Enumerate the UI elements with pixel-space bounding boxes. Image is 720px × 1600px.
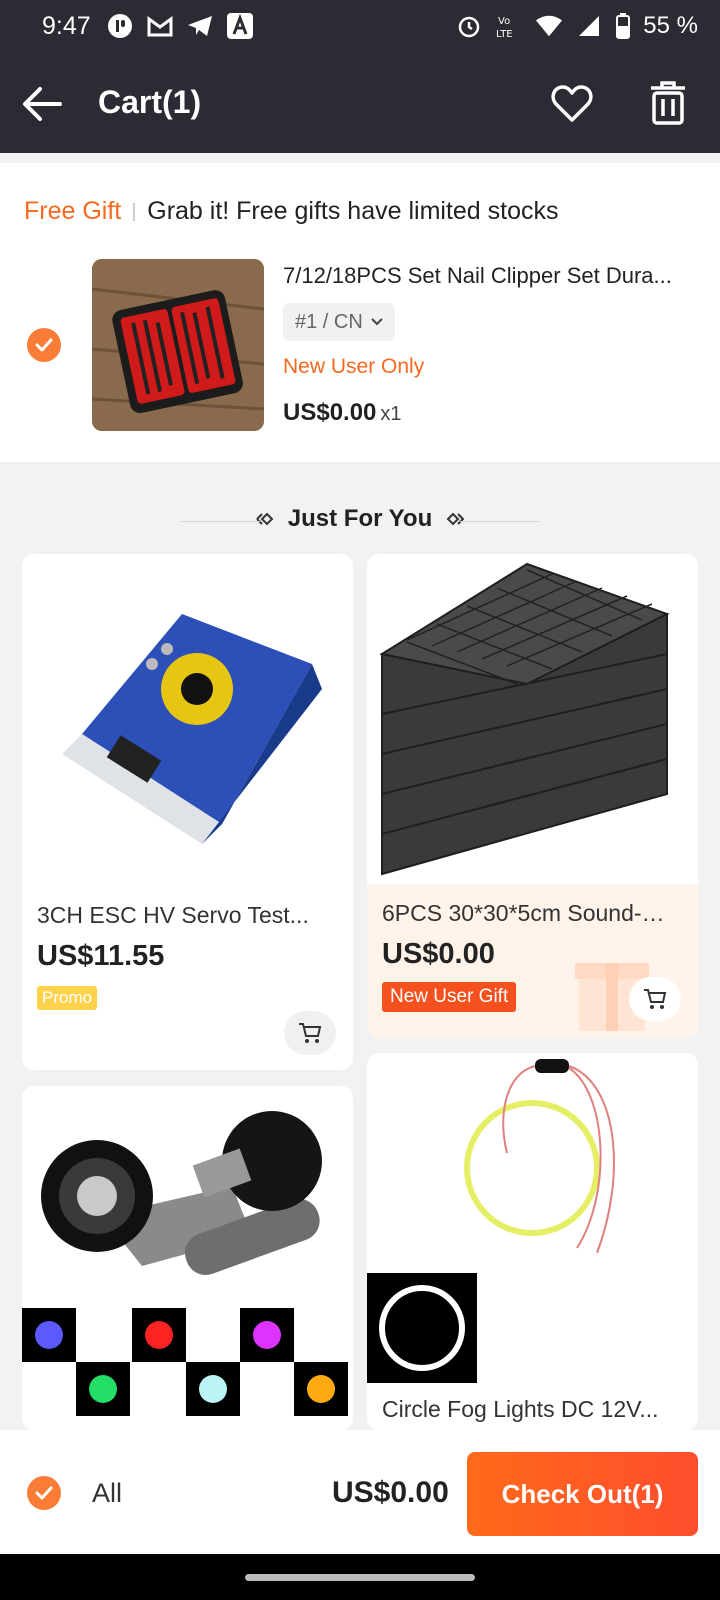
product-price: US$11.55 — [37, 940, 165, 972]
chevron-down-icon — [371, 318, 383, 326]
free-gift-section: Free Gift Grab it! Free gifts have limit… — [0, 163, 720, 462]
product-image[interactable] — [22, 1086, 353, 1416]
app-header: Cart(1) — [0, 54, 720, 153]
app-notification-icon — [106, 12, 134, 40]
gift-price-value: US$0.00 — [283, 399, 377, 426]
wifi-icon — [535, 12, 563, 40]
gift-note: Grab it! Free gifts have limited stocks — [147, 197, 559, 225]
trash-icon — [651, 81, 685, 125]
back-button[interactable] — [20, 82, 64, 126]
telegram-icon — [186, 12, 214, 40]
total-price: US$0.00 — [332, 1476, 449, 1509]
add-to-cart-button[interactable] — [284, 1011, 336, 1055]
volte-icon: Vo LTE — [495, 12, 523, 40]
product-image[interactable] — [367, 554, 698, 884]
signal-icon — [575, 12, 603, 40]
battery-icon — [615, 12, 631, 40]
select-all-checkbox[interactable] — [27, 1476, 61, 1510]
status-bar: 9:47 Vo LTE 55 % — [0, 0, 720, 54]
home-indicator[interactable] — [245, 1574, 475, 1581]
product-card[interactable]: Circle Fog Lights DC 12V... — [367, 1053, 698, 1430]
delete-button[interactable] — [648, 80, 692, 126]
product-card[interactable] — [22, 1086, 353, 1430]
new-user-gift-badge: New User Gift — [382, 982, 517, 1012]
add-to-cart-button[interactable] — [629, 977, 681, 1021]
page-title: Cart(1) — [98, 84, 202, 120]
promo-badge: Promo — [37, 986, 98, 1010]
free-gift-tag: Free Gift — [24, 197, 122, 225]
product-card[interactable]: 3CH ESC HV Servo Test... US$11.55 Promo — [22, 554, 353, 1070]
diamond-decor-icon — [256, 512, 274, 526]
gift-select-checkbox[interactable] — [27, 328, 61, 362]
checkmark-icon — [35, 338, 53, 352]
gift-quantity: x1 — [380, 403, 402, 425]
gift-price: US$0.00 x1 — [283, 399, 402, 427]
product-price: US$0.00 — [382, 938, 495, 970]
cart-icon — [299, 1023, 322, 1043]
product-card[interactable]: 6PCS 30*30*5cm Sound-a... US$0.00 New Us… — [367, 554, 698, 1038]
checkmark-icon — [35, 1486, 53, 1500]
checkout-bar: All US$0.00 Check Out(1) — [0, 1430, 720, 1554]
product-title[interactable]: Circle Fog Lights DC 12V... — [382, 1396, 672, 1423]
heart-icon — [551, 85, 593, 122]
product-title[interactable]: 3CH ESC HV Servo Test... — [37, 902, 327, 929]
system-nav-bar — [0, 1554, 720, 1600]
battery-level: 55 % — [643, 12, 698, 39]
svg-text:Vo: Vo — [498, 16, 510, 27]
divider — [460, 521, 540, 522]
gmail-icon — [146, 12, 174, 40]
arrow-left-icon — [23, 87, 62, 121]
select-all-label[interactable]: All — [92, 1478, 122, 1509]
product-image[interactable] — [22, 554, 353, 884]
product-image[interactable] — [367, 1053, 698, 1383]
checkout-button[interactable]: Check Out(1) — [467, 1452, 698, 1536]
divider — [133, 202, 136, 221]
product-title[interactable]: 6PCS 30*30*5cm Sound-a... — [382, 900, 672, 927]
just-for-you-heading: Just For You — [0, 505, 720, 533]
variant-label: #1 / CN — [295, 310, 363, 333]
section-title: Just For You — [287, 505, 433, 532]
gift-product-title[interactable]: 7/12/18PCS Set Nail Clipper Set Dura... — [283, 263, 701, 289]
cart-icon — [644, 989, 667, 1009]
wishlist-button[interactable] — [550, 82, 594, 126]
diamond-decor-icon — [446, 512, 465, 526]
new-user-only-label: New User Only — [283, 355, 425, 378]
divider — [180, 521, 260, 522]
gift-product-image[interactable] — [92, 259, 264, 431]
alarm-icon — [455, 12, 483, 40]
svg-text:LTE: LTE — [496, 29, 513, 39]
status-time: 9:47 — [42, 12, 91, 40]
app-a-icon — [226, 12, 254, 40]
variant-selector[interactable]: #1 / CN — [283, 303, 395, 341]
